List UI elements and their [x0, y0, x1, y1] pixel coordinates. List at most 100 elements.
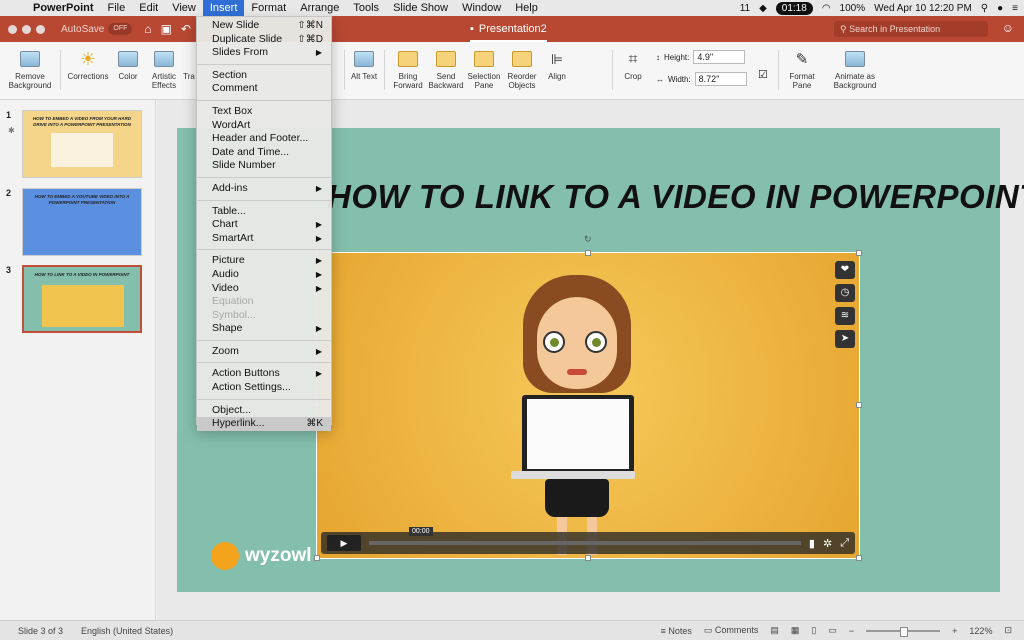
menu-edit[interactable]: Edit [132, 0, 165, 16]
menu-item-slide-number[interactable]: Slide Number [197, 159, 331, 173]
menu-item-header-footer[interactable]: Header and Footer... [197, 132, 331, 146]
lock-aspect-checkbox[interactable]: ☑ [758, 68, 768, 81]
resize-handle[interactable] [856, 250, 862, 256]
zoom-slider[interactable] [866, 626, 941, 637]
selection-pane-button[interactable]: Selection Pane [466, 46, 502, 90]
home-icon[interactable]: ⌂ [144, 22, 151, 36]
feedback-smiley-icon[interactable]: ☺ [1002, 21, 1014, 35]
menu-item-table[interactable]: Table... [197, 205, 331, 219]
autosave-toggle[interactable]: OFF [108, 23, 133, 35]
timer-pill[interactable]: 01:18 [775, 1, 813, 15]
video-object[interactable]: ↻ ❤ ◷ ≋ ➤ ▶ 00:00 ▮ ✲ ⤢ [314, 234, 862, 561]
dropbox-icon[interactable]: ◆ [759, 3, 767, 14]
menu-item-smartart[interactable]: SmartArt ▶ [197, 232, 331, 246]
slide-thumbnail-image[interactable]: HOW TO LINK TO A VIDEO IN POWERPOINT [22, 265, 142, 333]
menu-item-shape[interactable]: Shape ▶ [197, 322, 331, 336]
search-input[interactable]: ⚲ Search in Presentation [834, 21, 988, 37]
transparency-button[interactable]: Tra [182, 46, 196, 81]
menu-item-action-buttons[interactable]: Action Buttons ▶ [197, 367, 331, 381]
zoom-out-icon[interactable]: − [849, 626, 854, 636]
menu-item-zoom[interactable]: Zoom ▶ [197, 345, 331, 359]
menu-item-chart[interactable]: Chart ▶ [197, 218, 331, 232]
align-button[interactable]: ⊫ Align [542, 46, 572, 82]
reorder-objects-button[interactable]: Reorder Objects [504, 46, 540, 90]
height-input[interactable]: 4.9" [693, 50, 746, 64]
menu-item-text-box[interactable]: Text Box [197, 105, 331, 119]
color-button[interactable]: Color [112, 46, 144, 81]
heart-icon[interactable]: ❤ [835, 261, 855, 279]
width-input[interactable]: 8.72" [694, 72, 747, 86]
menu-app[interactable]: PowerPoint [26, 0, 101, 16]
comments-button[interactable]: ▭ Comments [704, 625, 759, 636]
save-icon[interactable]: ▣ [161, 22, 172, 36]
resize-handle[interactable] [856, 555, 862, 561]
send-icon[interactable]: ➤ [835, 330, 855, 348]
menu-item-add-ins[interactable]: Add-ins ▶ [197, 182, 331, 196]
resize-handle[interactable] [585, 250, 591, 256]
slide-sorter-icon[interactable]: ▦ [791, 625, 800, 636]
close-window-icon[interactable] [8, 24, 17, 34]
video-progress-bar[interactable]: 00:00 [369, 527, 801, 545]
reading-view-icon[interactable]: ▯ [811, 625, 816, 636]
corrections-button[interactable]: ☀ Corrections [64, 46, 112, 82]
undo-icon[interactable]: ↶ [181, 22, 191, 36]
spotlight-icon[interactable]: ⚲ [981, 3, 988, 14]
alt-text-button[interactable]: Alt Text [350, 46, 378, 81]
rotate-handle-icon[interactable]: ↻ [584, 234, 592, 245]
siri-icon[interactable]: ● [997, 3, 1003, 14]
menu-window[interactable]: Window [455, 0, 508, 16]
menu-insert[interactable]: Insert [202, 0, 245, 16]
menu-file[interactable]: File [101, 0, 133, 16]
slideshow-icon[interactable]: ▭ [828, 625, 837, 636]
menu-item-wordart[interactable]: WordArt [197, 119, 331, 133]
menu-item-hyperlink[interactable]: Hyperlink... ⌘K [197, 417, 331, 431]
resize-handle[interactable] [585, 555, 591, 561]
fit-slide-icon[interactable]: ⊡ [1004, 625, 1012, 636]
crop-button[interactable]: ⌗ Crop [618, 46, 648, 81]
artistic-effects-button[interactable]: Artistic Effects [146, 46, 182, 90]
slide-thumbnail-2[interactable]: 2 HOW TO EMBED A YOUTUBE VIDEO INTO A PO… [6, 188, 142, 256]
menu-item-action-settings[interactable]: Action Settings... [197, 381, 331, 395]
notification-icon[interactable]: ≡ [1012, 3, 1018, 14]
menu-format[interactable]: Format [244, 0, 293, 16]
slide-title[interactable]: HOW TO LINK TO A VIDEO IN POWERPOINT [327, 178, 1024, 216]
menu-item-audio[interactable]: Audio ▶ [197, 268, 331, 282]
menu-item-new-slide[interactable]: New Slide ⇧⌘N [197, 19, 331, 33]
zoom-window-icon[interactable] [36, 24, 45, 34]
autosave[interactable]: AutoSave OFF [61, 23, 133, 35]
bring-forward-button[interactable]: Bring Forward [390, 46, 426, 90]
notes-button[interactable]: ≡ Notes [661, 626, 692, 636]
resize-handle[interactable] [314, 555, 320, 561]
send-backward-button[interactable]: Send Backward [428, 46, 464, 90]
slide-thumbnail-1[interactable]: 1 HOW TO EMBED A VIDEO FROM YOUR HARD DR… [6, 110, 142, 178]
zoom-in-icon[interactable]: + [952, 626, 957, 636]
gear-icon[interactable]: ✲ [823, 537, 832, 550]
menu-help[interactable]: Help [508, 0, 545, 16]
animate-as-background-button[interactable]: Animate as Background [826, 46, 884, 90]
layers-icon[interactable]: ≋ [835, 307, 855, 325]
minimize-window-icon[interactable] [22, 24, 31, 34]
menu-tools[interactable]: Tools [346, 0, 386, 16]
menu-item-date-time[interactable]: Date and Time... [197, 146, 331, 160]
wifi-icon[interactable]: ◠ [822, 3, 831, 14]
volume-icon[interactable]: ▮ [809, 537, 815, 550]
calendar-badge[interactable]: 11 [740, 3, 750, 14]
remove-background-button[interactable]: Remove Background [6, 46, 54, 90]
format-pane-button[interactable]: ✎ Format Pane [784, 46, 820, 91]
menu-slideshow[interactable]: Slide Show [386, 0, 455, 16]
clock[interactable]: Wed Apr 10 12:20 PM [874, 3, 972, 14]
language[interactable]: English (United States) [81, 626, 173, 636]
menu-item-slides-from[interactable]: Slides From ▶ [197, 46, 331, 60]
resize-handle[interactable] [856, 402, 862, 408]
normal-view-icon[interactable]: ▤ [770, 625, 779, 636]
menu-view[interactable]: View [165, 0, 203, 16]
menu-item-video[interactable]: Video ▶ [197, 282, 331, 296]
fullscreen-icon[interactable]: ⤢ [840, 537, 849, 550]
menu-item-picture[interactable]: Picture ▶ [197, 254, 331, 268]
zoom-level[interactable]: 122% [969, 626, 992, 636]
play-button[interactable]: ▶ [327, 535, 361, 551]
slide-thumbnail-image[interactable]: HOW TO EMBED A YOUTUBE VIDEO INTO A POWE… [22, 188, 142, 256]
clock-icon[interactable]: ◷ [835, 284, 855, 302]
slide-thumbnail-image[interactable]: HOW TO EMBED A VIDEO FROM YOUR HARD DRIV… [22, 110, 142, 178]
battery-label[interactable]: 100% [840, 3, 866, 14]
